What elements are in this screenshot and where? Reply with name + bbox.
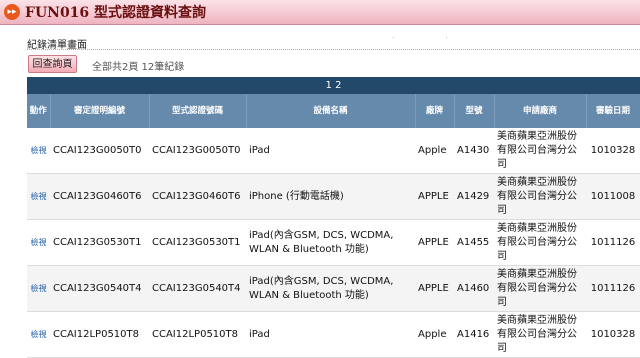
page-title: FUN016 型式認證資料查詢 [25,5,207,21]
model-cell: A1430 [454,128,494,174]
cert-no-cell: CCAI123G0460T6 [50,173,149,220]
model-cell: A1455 [454,219,494,266]
device-cell: iPad(內含GSM, DCS, WCDMA, WLAN & Bluetooth… [246,219,415,266]
brand-cell: APPLE [415,265,454,312]
applicant-cell: 美商蘋果亞洲股份有限公司台灣分公司 [494,219,586,266]
col-header-action: 動作 [27,94,51,128]
table-row: 檢視 CCAI123G0050T0 CCAI123G0050T0 iPad Ap… [27,128,640,174]
header-row: 動作 審定證明編號 型式認證號碼 設備名稱 廠牌 型號 申請廠商 審驗日期 [27,94,640,128]
results-table: 動作 審定證明編號 型式認證號碼 設備名稱 廠牌 型號 申請廠商 審驗日期 檢視… [27,94,640,358]
col-header-device: 設備名稱 [246,94,416,128]
back-to-query-button[interactable]: 回查詢頁 [28,55,77,73]
applicant-cell: 美商蘋果亞洲股份有限公司台灣分公司 [494,265,586,312]
device-cell: iPad [246,311,415,358]
cert-no-cell: CCAI12LP0510T8 [50,311,149,358]
table-row: 檢視 CCAI12LP0510T8 CCAI12LP0510T8 iPad Ap… [27,311,640,358]
date-cell: 1011008 [586,173,640,220]
divider [27,49,640,50]
table-row: 檢視 CCAI123G0540T4 CCAI123G0540T4 iPad(內含… [27,265,640,312]
device-cell: iPad(內含GSM, DCS, WCDMA, WLAN & Bluetooth… [246,265,415,312]
cert-no-cell: CCAI123G0050T0 [50,128,149,174]
model-cell: A1416 [454,311,494,358]
table-row: 檢視 CCAI123G0460T6 CCAI123G0460T6 iPhone … [27,173,640,220]
pagination[interactable]: 1 2 [27,77,640,94]
table-row: 檢視 CCAI123G0530T1 CCAI123G0530T1 iPad(內含… [27,219,640,266]
device-cell: iPhone (行動電話機) [246,173,415,220]
view-link[interactable]: 檢視 [27,173,50,220]
title-bar: ▸▸ FUN016 型式認證資料查詢 [0,0,640,25]
view-link[interactable]: 檢視 [27,265,50,312]
date-cell: 1011126 [586,265,640,312]
model-cell: A1429 [454,173,494,220]
type-no-cell: CCAI123G0050T0 [149,128,246,174]
type-no-cell: CCAI123G0530T1 [149,219,246,266]
applicant-cell: 美商蘋果亞洲股份有限公司台灣分公司 [494,311,586,358]
date-cell: 1011126 [586,219,640,266]
type-no-cell: CCAI123G0460T6 [149,173,246,220]
brand-cell: Apple [415,128,454,174]
date-cell: 1010328 [586,311,640,358]
brand-cell: APPLE [415,173,454,220]
applicant-cell: 美商蘋果亞洲股份有限公司台灣分公司 [494,173,586,220]
record-summary: 全部共2頁 12筆紀錄 [92,62,185,73]
fast-forward-icon: ▸▸ [4,4,20,20]
brand-cell: APPLE [415,219,454,266]
brand-cell: Apple [415,311,454,358]
col-header-applicant: 申請廠商 [494,94,587,128]
col-header-cert-no: 審定證明編號 [50,94,150,128]
type-no-cell: CCAI123G0540T4 [149,265,246,312]
cert-no-cell: CCAI123G0530T1 [50,219,149,266]
col-header-date: 審驗日期 [586,94,640,128]
model-cell: A1460 [454,265,494,312]
view-link[interactable]: 檢視 [27,128,50,174]
col-header-brand: 廠牌 [415,94,455,128]
view-link[interactable]: 檢視 [27,219,50,266]
type-no-cell: CCAI12LP0510T8 [149,311,246,358]
col-header-model: 型號 [454,94,495,128]
applicant-cell: 美商蘋果亞洲股份有限公司台灣分公司 [494,128,586,174]
date-cell: 1010328 [586,128,640,174]
cert-no-cell: CCAI123G0540T4 [50,265,149,312]
device-cell: iPad [246,128,415,174]
view-link[interactable]: 檢視 [27,311,50,358]
col-header-type-no: 型式認證號碼 [149,94,247,128]
decorative-dots: · · [392,34,448,42]
